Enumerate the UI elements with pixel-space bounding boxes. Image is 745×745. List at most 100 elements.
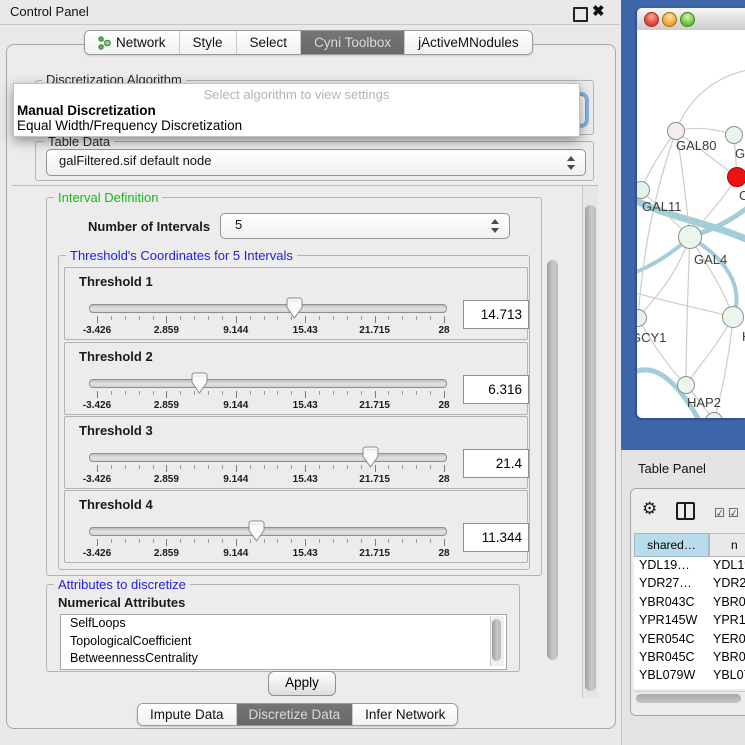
threshold-panel-2: Threshold 2-3.4262.8599.14415.4321.71528… — [64, 342, 528, 415]
tab-discretize-data[interactable]: Discretize Data — [236, 704, 353, 725]
table-row[interactable]: YBL079WYBL079W — [634, 667, 745, 685]
threshold-slider-thumb-3[interactable] — [362, 446, 379, 468]
slider-tick-label: 28 — [438, 548, 449, 559]
table-row[interactable]: YLR345WYLR345W — [634, 686, 745, 689]
slider-tick — [319, 539, 320, 543]
slider-tick — [444, 539, 445, 546]
slider-tick-label: 28 — [438, 400, 449, 411]
checkbox-icon[interactable]: ☑ — [714, 506, 725, 520]
network-canvas[interactable]: GAL80GCGAL11GAL4GCY1HHAP2 — [637, 30, 745, 418]
attribute-item-betweennesscentrality[interactable]: BetweennessCentrality — [61, 650, 506, 668]
mac-minimize-button[interactable] — [662, 12, 677, 27]
tab-jactivemnodules[interactable]: jActiveMNodules — [404, 31, 532, 54]
mac-zoom-button[interactable] — [680, 12, 695, 27]
close-icon[interactable]: ✖ — [592, 2, 605, 20]
tab-select[interactable]: Select — [236, 31, 301, 54]
slider-tick — [444, 465, 445, 472]
mac-close-button[interactable] — [644, 12, 659, 27]
table-row[interactable]: YDL19…YDL19… — [634, 557, 745, 575]
apply-button[interactable]: Apply — [268, 671, 336, 696]
table-row[interactable]: YPR145WYPR145W — [634, 612, 745, 630]
slider-tick — [208, 316, 209, 320]
threshold-slider-thumb-2[interactable] — [191, 372, 208, 394]
table-hscrollbar-thumb[interactable] — [636, 694, 741, 703]
slider-tick — [416, 391, 417, 395]
attribute-item-selfloops[interactable]: SelfLoops — [61, 615, 506, 633]
tab-infer-network[interactable]: Infer Network — [352, 704, 457, 725]
slider-tick — [250, 391, 251, 395]
attribute-item-topologicalcoefficient[interactable]: TopologicalCoefficient — [61, 633, 506, 651]
table-row[interactable]: YER054CYER054C — [634, 631, 745, 649]
table-row[interactable]: YBR043CYBR043C — [634, 594, 745, 612]
threshold-label-3: Threshold 3 — [79, 423, 153, 438]
slider-tick — [333, 539, 334, 543]
slider-tick — [347, 316, 348, 320]
inner-scrollbar[interactable] — [546, 197, 560, 668]
slider-tick — [264, 465, 265, 469]
slider-tick — [416, 539, 417, 543]
checkbox-icon[interactable]: ☑ — [728, 506, 739, 520]
threshold-label-1: Threshold 1 — [79, 274, 153, 289]
threshold-slider-track-4[interactable] — [89, 527, 447, 536]
slider-tick — [361, 539, 362, 543]
threshold-value-field-4[interactable]: 11.344 — [463, 523, 529, 552]
thresholds-container: Threshold 1-3.4262.8599.14415.4321.71528… — [58, 255, 528, 568]
table-data-combobox[interactable]: galFiltered.sif default node — [46, 149, 586, 176]
dropdown-option-equal-width[interactable]: Equal Width/Frequency Discretization — [17, 118, 242, 133]
slider-tick — [250, 465, 251, 469]
threshold-slider-thumb-4[interactable] — [248, 520, 265, 542]
slider-tick — [347, 391, 348, 395]
table-panel-title: Table Panel — [638, 461, 706, 476]
table-row[interactable]: YDR27…YDR27… — [634, 575, 745, 593]
slider-tick — [333, 391, 334, 395]
slider-tick — [388, 316, 389, 320]
tab-impute-data[interactable]: Impute Data — [138, 704, 236, 725]
threshold-value-field-2[interactable]: 6.316 — [463, 375, 529, 404]
dropdown-placeholder-option[interactable]: Select algorithm to view settings — [14, 87, 579, 102]
slider-tick — [208, 539, 209, 543]
threshold-slider-track-2[interactable] — [89, 379, 447, 388]
tab-network[interactable]: Network — [85, 31, 179, 54]
outer-scrollbar-thumb[interactable] — [585, 205, 596, 691]
slider-tick-label: 9.144 — [223, 325, 248, 336]
table-data-value: galFiltered.sif default node — [59, 153, 211, 168]
table-panel: ⚙ ☑ ☑ shared… n YDL19…YDL19…YDR27…YDR27…… — [630, 488, 745, 716]
outer-scrollbar[interactable] — [582, 186, 598, 698]
threshold-value-field-1[interactable]: 14.713 — [463, 300, 529, 329]
attributes-list-scrollbar[interactable] — [490, 616, 504, 666]
split-columns-icon[interactable] — [676, 502, 695, 520]
threshold-slider-track-3[interactable] — [89, 453, 447, 462]
gear-icon[interactable]: ⚙ — [642, 499, 657, 519]
threshold-value-field-3[interactable]: 21.4 — [463, 449, 529, 478]
tab-cyni-toolbox[interactable]: Cyni Toolbox — [300, 31, 404, 54]
threshold-slider-thumb-1[interactable] — [286, 297, 303, 319]
table-horizontal-scrollbar[interactable] — [634, 691, 745, 705]
threshold-label-2: Threshold 2 — [79, 349, 153, 364]
network-node-c[interactable] — [727, 167, 745, 187]
network-window-titlebar[interactable] — [637, 8, 745, 31]
column-header-name[interactable]: n — [709, 533, 745, 557]
slider-tick — [194, 465, 195, 469]
tab-style[interactable]: Style — [179, 31, 236, 54]
dropdown-option-manual[interactable]: Manual Discretization — [17, 103, 156, 118]
network-node-hap2[interactable] — [677, 376, 695, 394]
number-of-intervals-spinner[interactable]: 5 — [220, 213, 510, 239]
slider-tick — [375, 391, 376, 398]
column-header-shared-name[interactable]: shared… — [634, 533, 709, 557]
slider-tick-label: 2.859 — [154, 474, 179, 485]
slider-tick-label: 15.43 — [293, 400, 318, 411]
inner-scrollbar-thumb[interactable] — [547, 260, 558, 660]
threshold-slider-track-1[interactable] — [89, 304, 447, 313]
network-node-h[interactable] — [722, 306, 744, 328]
network-node-gal4[interactable] — [678, 225, 702, 249]
float-window-icon[interactable] — [573, 7, 588, 22]
attributes-scrollbar-thumb[interactable] — [492, 619, 501, 661]
slider-tick-label: 15.43 — [293, 325, 318, 336]
slider-tick — [153, 539, 154, 543]
network-node-g[interactable] — [725, 126, 743, 144]
slider-tick — [111, 539, 112, 543]
slider-tick — [139, 391, 140, 395]
slider-tick — [430, 391, 431, 395]
slider-tick-label: 28 — [438, 325, 449, 336]
table-row[interactable]: YBR045CYBR045C — [634, 649, 745, 667]
